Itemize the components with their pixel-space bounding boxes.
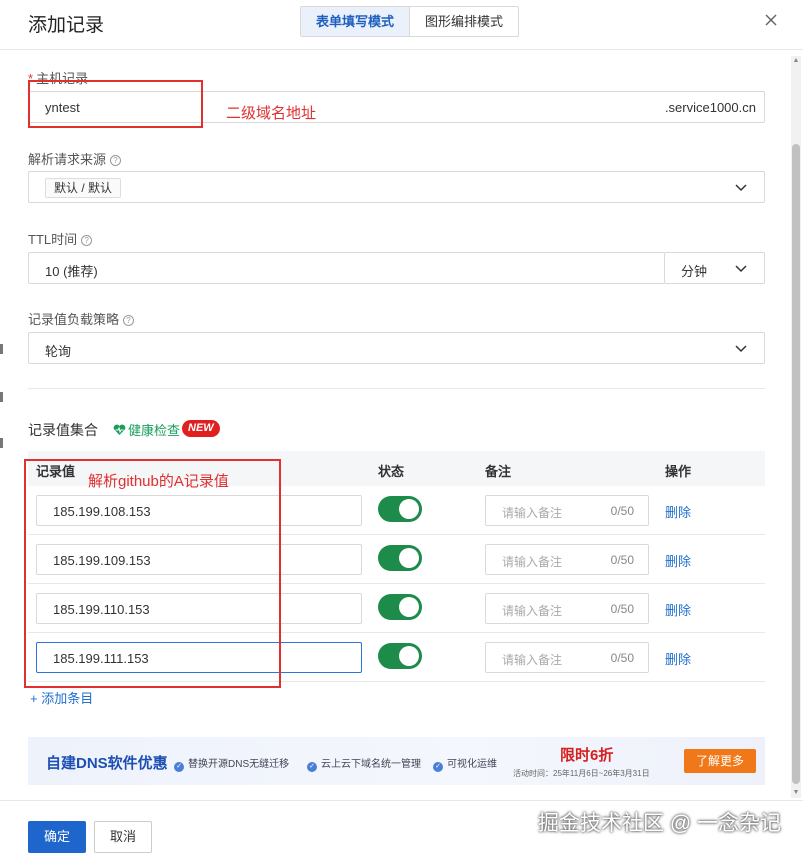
tab-form-mode[interactable]: 表单填写模式	[301, 7, 411, 36]
status-toggle[interactable]	[378, 643, 422, 669]
ttl-input[interactable]: 10 (推荐)	[28, 252, 665, 284]
resolve-source-select[interactable]: 默认 / 默认	[28, 171, 765, 203]
load-policy-select[interactable]: 轮询	[28, 332, 765, 364]
column-header-note: 备注	[485, 464, 512, 479]
banner-title: 自建DNS软件优惠	[46, 755, 168, 772]
delete-link[interactable]: 删除	[665, 502, 691, 521]
watermark: 掘金技术社区 @ 一念杂记	[538, 812, 781, 835]
plus-icon: +	[30, 691, 42, 706]
column-header-action: 操作	[665, 464, 692, 479]
background-edge-mark	[0, 344, 3, 354]
heart-pulse-icon	[113, 424, 126, 435]
help-icon[interactable]: ?	[123, 315, 135, 326]
section-divider	[28, 388, 765, 389]
scrollbar-thumb[interactable]	[792, 144, 800, 784]
check-icon: ✓	[433, 762, 443, 772]
chevron-down-icon	[735, 345, 747, 353]
chevron-down-icon	[735, 265, 747, 273]
scroll-down-icon[interactable]: ▼	[792, 788, 800, 798]
banner-date: 活动时间：25年11月6日~26年3月31日	[513, 769, 650, 778]
dialog-header: 添加记录 表单填写模式 图形编排模式	[0, 0, 803, 50]
background-edge-mark	[0, 392, 3, 402]
tab-graph-mode[interactable]: 图形编排模式	[410, 7, 518, 36]
note-input[interactable]: 请输入备注 0/50	[485, 593, 649, 624]
new-badge: NEW	[182, 420, 220, 437]
health-check-link[interactable]: 健康检查	[113, 420, 180, 439]
check-icon: ✓	[174, 762, 184, 772]
status-toggle[interactable]	[378, 545, 422, 571]
scroll-up-icon[interactable]: ▲	[792, 56, 800, 66]
note-input[interactable]: 请输入备注 0/50	[485, 544, 649, 575]
help-icon[interactable]: ?	[81, 235, 93, 246]
confirm-button[interactable]: 确定	[28, 821, 86, 853]
banner-feature: ✓ 替换开源DNS无缝迁移	[174, 755, 289, 772]
delete-link[interactable]: 删除	[665, 649, 691, 668]
dialog-title: 添加记录	[28, 15, 105, 36]
chevron-down-icon	[735, 184, 747, 192]
scrollbar[interactable]: ▲ ▼	[791, 56, 801, 798]
help-icon[interactable]: ?	[110, 155, 122, 166]
ttl-value: 10 (推荐)	[45, 264, 98, 279]
ttl-label: TTL时间?	[28, 229, 93, 248]
background-edge-mark	[0, 438, 3, 448]
note-input[interactable]: 请输入备注 0/50	[485, 642, 649, 673]
column-header-status: 状态	[378, 464, 405, 479]
resolve-source-label: 解析请求来源?	[28, 149, 122, 168]
note-input[interactable]: 请输入备注 0/50	[485, 495, 649, 526]
add-item-button[interactable]: + 添加条目	[30, 688, 93, 707]
annotation-box-records	[24, 459, 281, 688]
status-toggle[interactable]	[378, 496, 422, 522]
domain-suffix: .service1000.cn	[664, 100, 756, 115]
banner-feature: ✓ 可视化运维	[433, 755, 497, 772]
close-icon[interactable]	[763, 12, 779, 28]
delete-link[interactable]: 删除	[665, 551, 691, 570]
check-icon: ✓	[307, 762, 317, 772]
status-toggle[interactable]	[378, 594, 422, 620]
learn-more-button[interactable]: 了解更多	[684, 749, 756, 773]
banner-feature: ✓ 云上云下域名统一管理	[307, 755, 421, 772]
annotation-host: 二级域名地址	[226, 105, 317, 122]
annotation-records: 解析github的A记录值	[88, 473, 229, 490]
resolve-source-tag: 默认 / 默认	[45, 178, 122, 198]
load-policy-label: 记录值负载策略?	[28, 309, 135, 328]
banner-promo: 限时6折	[560, 747, 614, 764]
annotation-box-host	[28, 80, 203, 128]
promo-banner[interactable]: 自建DNS软件优惠 ✓ 替换开源DNS无缝迁移 ✓ 云上云下域名统一管理 ✓ 可视化运…	[28, 737, 765, 785]
ttl-unit-select[interactable]: 分钟	[664, 252, 765, 284]
mode-tabs: 表单填写模式 图形编排模式	[300, 6, 520, 37]
delete-link[interactable]: 删除	[665, 600, 691, 619]
ttl-unit: 分钟	[681, 264, 708, 279]
dialog-footer: 确定 取消 掘金技术社区 @ 一念杂记	[0, 800, 803, 855]
load-policy-value: 轮询	[45, 344, 72, 359]
record-set-title: 记录值集合	[28, 422, 98, 438]
cancel-button[interactable]: 取消	[94, 821, 152, 853]
